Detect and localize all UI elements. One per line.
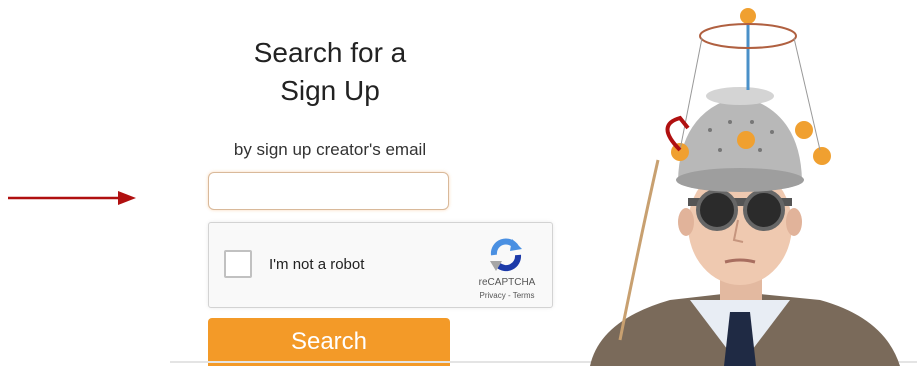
recaptcha-widget: I'm not a robot reCAPTCHA Privacy - Term… [208,222,553,308]
recaptcha-checkbox[interactable] [224,250,252,278]
recaptcha-label: I'm not a robot [269,256,365,273]
mind-reader-mascot-illustration [590,8,900,366]
recaptcha-privacy-link[interactable]: Privacy [480,291,506,300]
recaptcha-terms-link[interactable]: Terms [513,291,535,300]
page-title: Search for a Sign Up [210,34,450,110]
recaptcha-logo-icon [490,238,522,272]
page-title-line-2: Sign Up [280,75,380,106]
page-title-line-1: Search for a [253,37,407,68]
search-subtitle: by sign up creator's email [233,140,427,159]
recaptcha-link-separator: - [505,291,513,300]
email-search-input[interactable] [208,172,449,210]
recaptcha-links: Privacy - Terms [469,291,545,300]
recaptcha-brand: reCAPTCHA [478,277,536,288]
arrow-right-icon [8,191,136,205]
search-button[interactable]: Search [208,318,450,366]
